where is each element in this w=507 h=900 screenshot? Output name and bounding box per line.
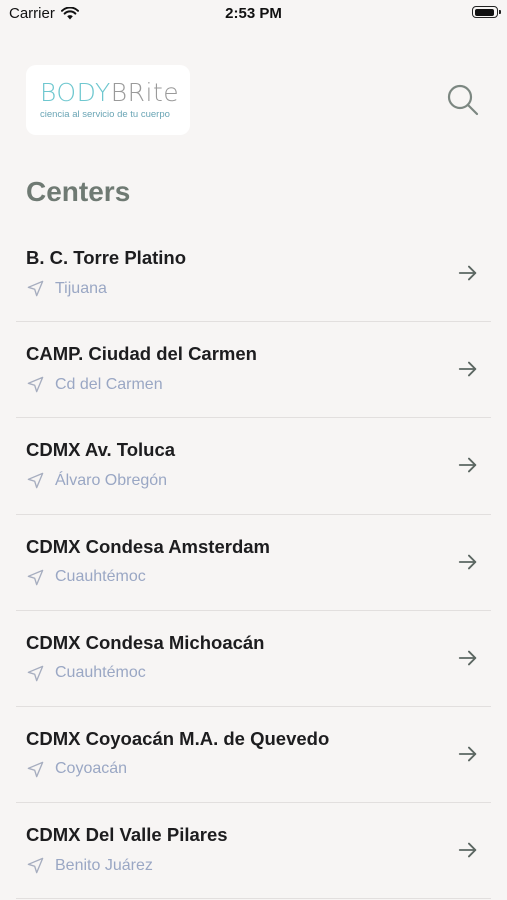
list-item[interactable]: CDMX Condesa Amsterdam Cuauhtémoc — [16, 515, 491, 611]
center-name: B. C. Torre Platino — [26, 247, 187, 268]
logo-tagline: ciencia al servicio de tu cuerpo — [40, 109, 170, 120]
center-name: CAMP. Ciudad del Carmen — [26, 343, 257, 365]
center-city: Benito Juárez — [55, 856, 153, 874]
list-item[interactable]: CDMX Del Valle Pilares Benito Juárez — [16, 803, 491, 900]
location-arrow-icon — [27, 376, 44, 393]
list-item[interactable]: CDMX Condesa Michoacán Cuauhtémoc — [16, 611, 491, 707]
center-city: Cuauhtémoc — [55, 664, 146, 682]
center-location: Cd del Carmen — [26, 375, 163, 394]
center-location: Coyoacán — [26, 760, 127, 779]
center-location: Benito Juárez — [26, 856, 153, 875]
center-name: CDMX Coyoacán M.A. de Quevedo — [26, 727, 330, 749]
center-name: CDMX Condesa Amsterdam — [26, 535, 270, 557]
status-time: 2:53 PM — [225, 5, 282, 22]
center-location: Cuauhtémoc — [26, 568, 146, 587]
center-city: Tijuana — [55, 279, 107, 297]
center-city: Cuauhtémoc — [55, 568, 146, 586]
arrow-right-icon[interactable] — [457, 358, 479, 380]
center-name: CDMX Condesa Michoacán — [26, 631, 265, 653]
center-city: Cd del Carmen — [55, 375, 163, 393]
center-name: CDMX Av. Toluca — [26, 439, 176, 461]
center-city: Álvaro Obregón — [55, 471, 168, 489]
centers-list: B. C. Torre Platino Tijuana CAMP. Ciudad… — [0, 226, 507, 900]
location-arrow-icon — [27, 665, 44, 682]
center-location: Tijuana — [26, 279, 107, 298]
list-item[interactable]: CDMX Av. Toluca Álvaro Obregón — [16, 418, 491, 515]
location-arrow-icon — [27, 473, 44, 489]
arrow-right-icon[interactable] — [457, 647, 479, 669]
logo-body-text: BODY — [40, 78, 111, 107]
list-item[interactable]: B. C. Torre Platino Tijuana — [16, 226, 491, 323]
location-arrow-icon — [27, 857, 44, 874]
arrow-right-icon[interactable] — [457, 551, 479, 573]
arrow-right-icon[interactable] — [457, 743, 479, 765]
center-name: CDMX Del Valle Pilares — [26, 824, 228, 846]
status-bar: Carrier 2:53 PM — [0, 0, 507, 30]
list-item[interactable]: CAMP. Ciudad del Carmen Cd del Carmen — [16, 322, 491, 419]
center-location: Cuauhtémoc — [26, 664, 146, 683]
location-arrow-icon — [27, 569, 44, 585]
location-arrow-icon — [27, 761, 44, 778]
center-city: Coyoacán — [55, 760, 128, 778]
arrow-right-icon[interactable] — [457, 262, 479, 284]
page-title: Centers — [26, 176, 131, 207]
logo-wordmark: BODYBRite — [40, 80, 179, 105]
brand-logo: BODYBRite ciencia al servicio de tu cuer… — [26, 65, 190, 135]
battery-icon — [472, 6, 501, 18]
arrow-right-icon[interactable] — [457, 454, 479, 476]
arrow-right-icon[interactable] — [457, 839, 479, 861]
search-icon[interactable] — [446, 83, 480, 117]
center-location: Álvaro Obregón — [26, 471, 167, 490]
location-arrow-icon — [27, 280, 44, 297]
list-item[interactable]: CDMX Coyoacán M.A. de Quevedo Coyoacán — [16, 707, 491, 804]
logo-brite-text: BRite — [110, 78, 180, 107]
